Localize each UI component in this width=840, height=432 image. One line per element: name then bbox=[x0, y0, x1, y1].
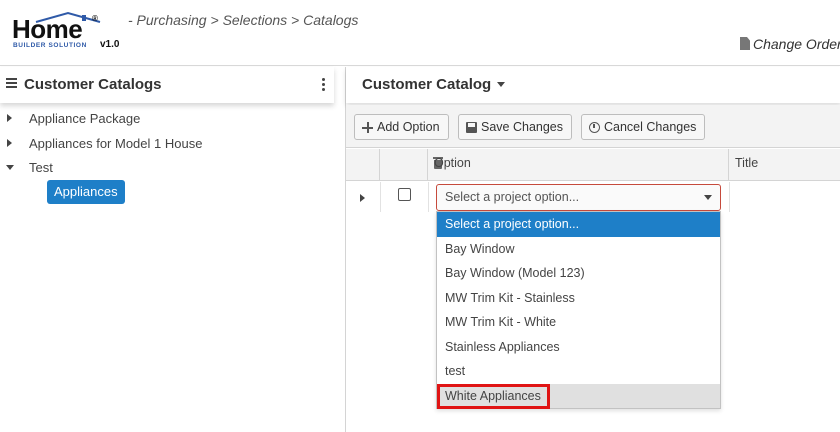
catalog-toolbar: Add Option Save Changes Cancel Changes bbox=[346, 105, 840, 148]
customer-catalogs-panel: Customer Catalogs Appliance Package Appl… bbox=[0, 67, 334, 432]
plus-icon bbox=[362, 122, 373, 133]
dropdown-option-stainless-appliances[interactable]: Stainless Appliances bbox=[437, 335, 720, 360]
customer-catalogs-header: Customer Catalogs bbox=[0, 67, 334, 103]
app-header: Home ® BUILDER SOLUTION v1.0 - Purchasin… bbox=[0, 0, 840, 66]
cell-divider bbox=[428, 182, 429, 212]
logo-version: v1.0 bbox=[100, 39, 120, 50]
logo-subtitle: BUILDER SOLUTION bbox=[13, 42, 87, 49]
tree-item-appliance-package[interactable]: Appliance Package bbox=[0, 109, 334, 129]
document-icon bbox=[740, 37, 750, 50]
hamburger-icon[interactable] bbox=[6, 78, 17, 88]
change-order-label: Change Order bbox=[753, 36, 840, 52]
delete-column-header bbox=[380, 149, 443, 181]
save-icon bbox=[466, 122, 477, 133]
breadcrumb-separator: > bbox=[206, 12, 223, 28]
customer-catalog-header[interactable]: Customer Catalog bbox=[346, 67, 840, 103]
panel-title: Customer Catalogs bbox=[24, 76, 162, 93]
change-order-link[interactable]: Change Order bbox=[740, 36, 840, 52]
dropdown-option-white-appliances[interactable]: White Appliances bbox=[437, 383, 720, 409]
dropdown-option-mw-trim-kit-stainless[interactable]: MW Trim Kit - Stainless bbox=[437, 286, 720, 311]
cancel-changes-button[interactable]: Cancel Changes bbox=[581, 114, 706, 140]
row-checkbox[interactable] bbox=[398, 188, 411, 201]
project-option-dropdown: Select a project option... Bay Window Ba… bbox=[436, 211, 721, 409]
tree-item-label: Appliance Package bbox=[29, 111, 141, 126]
chevron-right-icon[interactable] bbox=[7, 114, 12, 122]
breadcrumb-selections[interactable]: Selections bbox=[223, 12, 288, 28]
tree-item-appliances-for-model-1-house[interactable]: Appliances for Model 1 House bbox=[0, 134, 334, 154]
panel-title[interactable]: Customer Catalog bbox=[362, 76, 506, 93]
home-builder-logo[interactable]: Home ® BUILDER SOLUTION v1.0 bbox=[10, 10, 122, 54]
dropdown-option-bay-window[interactable]: Bay Window bbox=[437, 237, 720, 262]
dropdown-option-mw-trim-kit-white[interactable]: MW Trim Kit - White bbox=[437, 310, 720, 335]
project-option-select[interactable]: Select a project option... bbox=[436, 184, 721, 211]
breadcrumb-catalogs[interactable]: Catalogs bbox=[303, 12, 358, 28]
caret-down-icon bbox=[704, 195, 712, 200]
cancel-icon bbox=[589, 122, 600, 133]
breadcrumb-separator: > bbox=[287, 12, 304, 28]
customer-catalog-panel: Customer Catalog Add Option Save Changes… bbox=[345, 67, 840, 432]
dropdown-option-select-a-project-option[interactable]: Select a project option... bbox=[437, 212, 720, 237]
breadcrumb-purchasing[interactable]: - Purchasing bbox=[128, 12, 207, 28]
expand-column-header bbox=[346, 149, 380, 181]
chevron-down-icon[interactable] bbox=[6, 165, 14, 170]
save-changes-button[interactable]: Save Changes bbox=[458, 114, 573, 140]
dropdown-option-bay-window-model-123[interactable]: Bay Window (Model 123) bbox=[437, 261, 720, 286]
chevron-right-icon[interactable] bbox=[7, 139, 12, 147]
breadcrumb: - Purchasing > Selections > Catalogs bbox=[128, 12, 358, 28]
cell-divider bbox=[729, 182, 730, 212]
cell-divider bbox=[380, 182, 381, 212]
tree-item-test[interactable]: Test bbox=[0, 158, 334, 178]
highlighted-option-label: White Appliances bbox=[437, 383, 550, 409]
title-column-header[interactable]: Title bbox=[729, 149, 840, 181]
add-option-button[interactable]: Add Option bbox=[354, 114, 449, 140]
expand-row-icon[interactable] bbox=[360, 194, 365, 202]
kebab-icon[interactable] bbox=[322, 78, 326, 92]
select-value: Select a project option... bbox=[445, 190, 580, 204]
tree-item-appliances-selected[interactable]: Appliances bbox=[47, 180, 125, 204]
option-column-header[interactable]: Option bbox=[428, 149, 729, 181]
dropdown-option-test[interactable]: test bbox=[437, 359, 720, 384]
logo-registered-mark: ® bbox=[92, 14, 98, 23]
logo-word: Home bbox=[12, 14, 83, 44]
grid-header: Option Title bbox=[346, 149, 840, 181]
tree-item-label: Appliances for Model 1 House bbox=[29, 136, 203, 151]
caret-down-icon bbox=[497, 82, 506, 87]
table-row: Select a project option... bbox=[346, 182, 840, 214]
tree-item-label: Test bbox=[29, 160, 53, 175]
